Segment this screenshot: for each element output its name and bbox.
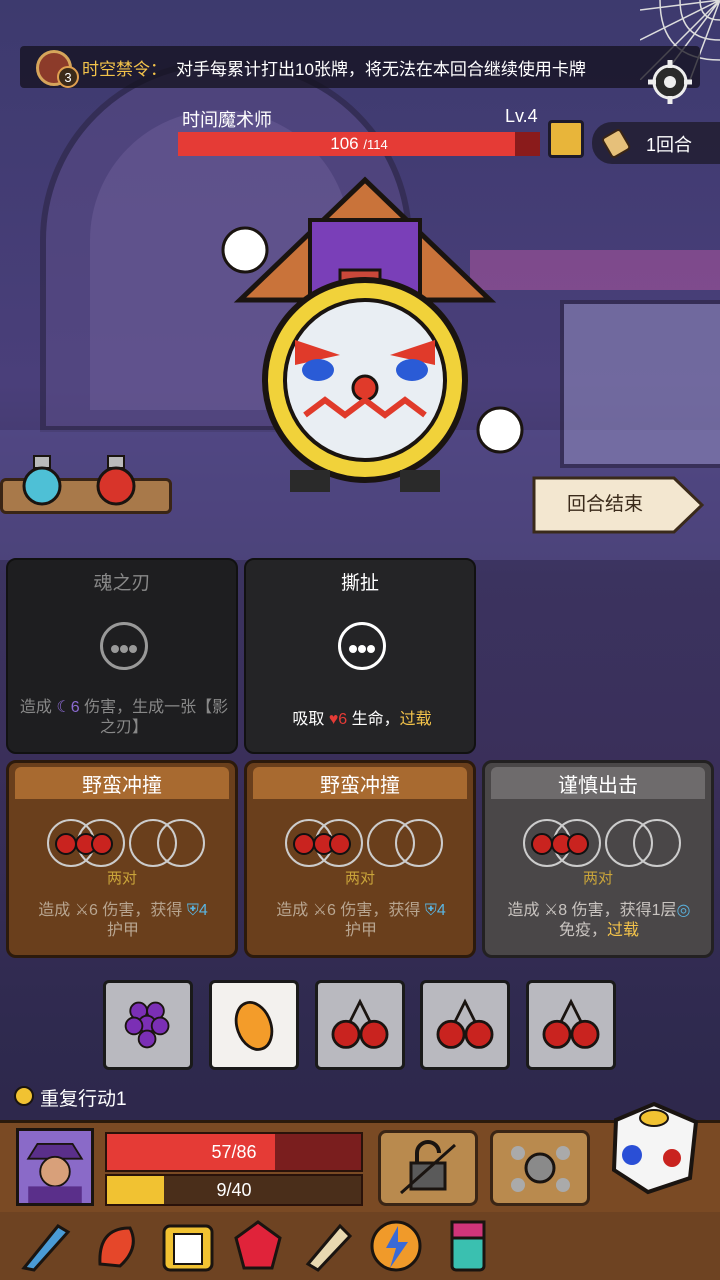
card-title: 撕扯 (340, 573, 379, 594)
ban-count-badge: 3 (57, 66, 79, 88)
card-title: 谨慎出击 (558, 775, 638, 797)
dice-slot[interactable] (633, 819, 681, 867)
enemy-name: 时间魔术师 (182, 110, 272, 130)
mango-die[interactable] (209, 980, 299, 1070)
fish-relic-icon[interactable] (18, 1218, 74, 1274)
blue-potion-icon[interactable] (14, 452, 70, 508)
time-magician-monster[interactable] (200, 170, 530, 500)
enemy-hp-text: 106 /114 (330, 134, 388, 153)
cherry-icon (329, 833, 351, 855)
banner-text: 对手每累计打出10张牌，将无法在本回合继续使用卡牌 (176, 60, 586, 79)
repeat-action-label: 重复行动1 (40, 1089, 127, 1110)
card-description: 造成 ⚔6 伤害，获得 ⛨4 护甲 (276, 902, 446, 939)
dice-card-savage-charge-2[interactable]: 野蛮冲撞 两对 造成 ⚔6 伤害，获得 ⛨4 护甲 (244, 760, 476, 958)
card-description: 造成 ☾6 伤害，生成一张【影之刃】 (19, 699, 229, 736)
cherry-icon (293, 833, 315, 855)
skill-card-tear[interactable]: 撕扯 吸取 ♥6 生命，过载 (244, 558, 476, 754)
card-title: 野蛮冲撞 (320, 775, 400, 797)
dice-slot[interactable] (157, 819, 205, 867)
player-hp-bar: 57/86 (105, 1132, 363, 1172)
enemy-hp-bar: 106 /114 (178, 132, 540, 156)
cherry-die[interactable] (420, 980, 510, 1070)
roll-dice-button[interactable] (608, 1100, 700, 1196)
player-hp-text: 57/86 (211, 1142, 257, 1162)
reroll-button[interactable] (490, 1130, 590, 1206)
card-title: 野蛮冲撞 (82, 775, 162, 797)
cherry-die[interactable] (526, 980, 616, 1070)
banner-title: 时空禁令： (82, 60, 167, 79)
dice-card-cautious-strike[interactable]: 谨慎出击 两对 造成 ⚔8 伤害，获得1层◎ 免疫，过载 (482, 760, 714, 958)
card-box-relic-icon[interactable] (160, 1218, 216, 1274)
enemy-level: Lv.4 (505, 106, 538, 126)
card-requirement: 两对 (582, 870, 613, 887)
card-description: 造成 ⚔6 伤害，获得 ⛨4 护甲 (38, 902, 208, 939)
skill-card-soul-blade[interactable]: 魂之刃 造成 ☾6 伤害，生成一张【影之刃】 (6, 558, 238, 754)
cherry-icon (531, 833, 553, 855)
dice-card-savage-charge-1[interactable]: 野蛮冲撞 两对 造成 ⚔6 伤害，获得 ⛨4 护甲 (6, 760, 238, 958)
grape-die[interactable] (103, 980, 193, 1070)
background-tomb (560, 300, 720, 468)
repeat-action-icon (14, 1086, 34, 1106)
card-description: 吸取 ♥6 生命，过载 (292, 711, 432, 728)
card-requirement: 两对 (344, 870, 375, 887)
cherry-icon (567, 833, 589, 855)
lightning-orb-relic-icon[interactable] (368, 1218, 424, 1274)
card-description: 造成 ⚔8 伤害，获得1层◎ 免疫，过载 (507, 902, 691, 939)
settings-gear-icon[interactable] (648, 60, 692, 104)
more-icon (100, 622, 148, 670)
enemy-info-book-icon[interactable] (548, 120, 584, 158)
horn-relic-icon[interactable] (300, 1218, 356, 1274)
cherry-die[interactable] (315, 980, 405, 1070)
totem-relic-icon[interactable] (440, 1218, 496, 1274)
lock-button[interactable] (378, 1130, 478, 1206)
card-requirement: 两对 (106, 870, 137, 887)
cherry-icon (91, 833, 113, 855)
more-icon (338, 622, 386, 670)
red-potion-icon[interactable] (88, 452, 144, 508)
player-energy-bar: 9/40 (105, 1174, 363, 1206)
end-turn-label: 回合结束 (566, 494, 643, 515)
scroll-icon (602, 129, 631, 158)
cherry-icon (55, 833, 77, 855)
player-avatar[interactable] (16, 1128, 94, 1206)
ruby-relic-icon[interactable] (230, 1218, 286, 1274)
dice-slot[interactable] (395, 819, 443, 867)
card-title: 魂之刃 (93, 573, 151, 594)
turn-label: 1回合 (646, 135, 693, 155)
lock-icon (400, 1140, 456, 1195)
player-energy-text: 9/40 (216, 1180, 252, 1200)
reroll-burst-icon (511, 1146, 570, 1192)
fire-spirit-relic-icon[interactable] (90, 1218, 146, 1274)
